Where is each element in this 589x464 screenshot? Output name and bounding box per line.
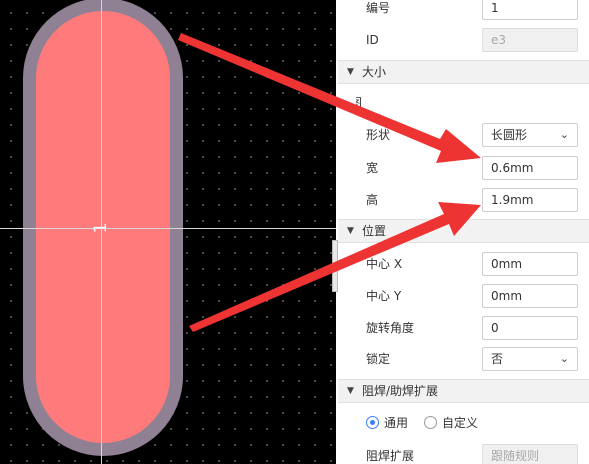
prop-label-width: 宽 (366, 161, 379, 175)
prop-label-solder-expansion: 阻焊扩展 (366, 449, 415, 463)
section-solder-header[interactable]: ▼ 阻焊/助焊扩展 (338, 379, 589, 403)
section-position-title: 位置 (362, 224, 387, 238)
section-solder-title: 阻焊/助焊扩展 (362, 384, 439, 398)
prop-row-rotation: 旋转角度 0 (338, 312, 589, 344)
prop-row-solder-expansion: 阻焊扩展 跟随规则 (338, 440, 589, 464)
triangle-down-icon: ▼ (347, 67, 354, 77)
prop-label-number: 编号 (366, 1, 391, 15)
lock-select-value: 否 (491, 352, 504, 366)
crosshair-horizontal (0, 228, 336, 229)
prop-row-number: 编号 1 (338, 0, 589, 24)
property-panel: 编号 1 ID e3 ▼ 大小 图 形状 长圆形 ⌄ 宽 0.6mm 高 1.9… (338, 0, 589, 464)
solder-expansion-input: 跟随规则 (482, 444, 578, 464)
section-size-title: 大小 (362, 65, 387, 79)
prop-label-rotation: 旋转角度 (366, 321, 415, 335)
prop-row-center-x: 中心 X 0mm (338, 248, 589, 280)
shape-select[interactable]: 长圆形 ⌄ (482, 123, 578, 147)
solder-radio-row: 通用 自定义 (338, 407, 589, 439)
section-position-header[interactable]: ▼ 位置 (338, 219, 589, 243)
radio-general-label[interactable]: 通用 (384, 407, 408, 439)
radio-custom-label[interactable]: 自定义 (442, 407, 478, 439)
prop-label-center-y: 中心 Y (366, 289, 402, 303)
prop-label-cut: 图 (350, 96, 363, 110)
center-y-input[interactable]: 0mm (482, 284, 578, 308)
radio-general[interactable] (366, 416, 379, 429)
height-input[interactable]: 1.9mm (482, 188, 578, 212)
radio-custom[interactable] (424, 416, 437, 429)
prop-label-shape: 形状 (366, 128, 391, 142)
pcb-canvas[interactable]: 1 (0, 0, 336, 464)
prop-row-id: ID e3 (338, 24, 589, 56)
triangle-down-icon: ▼ (347, 226, 354, 236)
width-input[interactable]: 0.6mm (482, 156, 578, 180)
pad-number-label: 1 (91, 222, 111, 234)
prop-row-center-y: 中心 Y 0mm (338, 280, 589, 312)
prop-row-height: 高 1.9mm (338, 184, 589, 216)
chevron-down-icon: ⌄ (559, 128, 569, 141)
section-size-header[interactable]: ▼ 大小 (338, 60, 589, 84)
prop-label-center-x: 中心 X (366, 257, 403, 271)
id-input: e3 (482, 28, 578, 52)
prop-label-lock: 锁定 (366, 352, 391, 366)
prop-row-width: 宽 0.6mm (338, 152, 589, 184)
prop-row-lock: 锁定 否 ⌄ (338, 343, 589, 375)
center-x-input[interactable]: 0mm (482, 252, 578, 276)
chevron-down-icon: ⌄ (559, 352, 569, 365)
prop-label-id: ID (366, 33, 379, 47)
number-input[interactable]: 1 (482, 0, 578, 20)
lock-select[interactable]: 否 ⌄ (482, 347, 578, 371)
prop-row-shape: 形状 长圆形 ⌄ (338, 119, 589, 151)
prop-label-height: 高 (366, 193, 379, 207)
prop-row-cut: 图 (338, 90, 589, 112)
rotation-input[interactable]: 0 (482, 316, 578, 340)
triangle-down-icon: ▼ (347, 386, 354, 396)
shape-select-value: 长圆形 (491, 128, 528, 142)
